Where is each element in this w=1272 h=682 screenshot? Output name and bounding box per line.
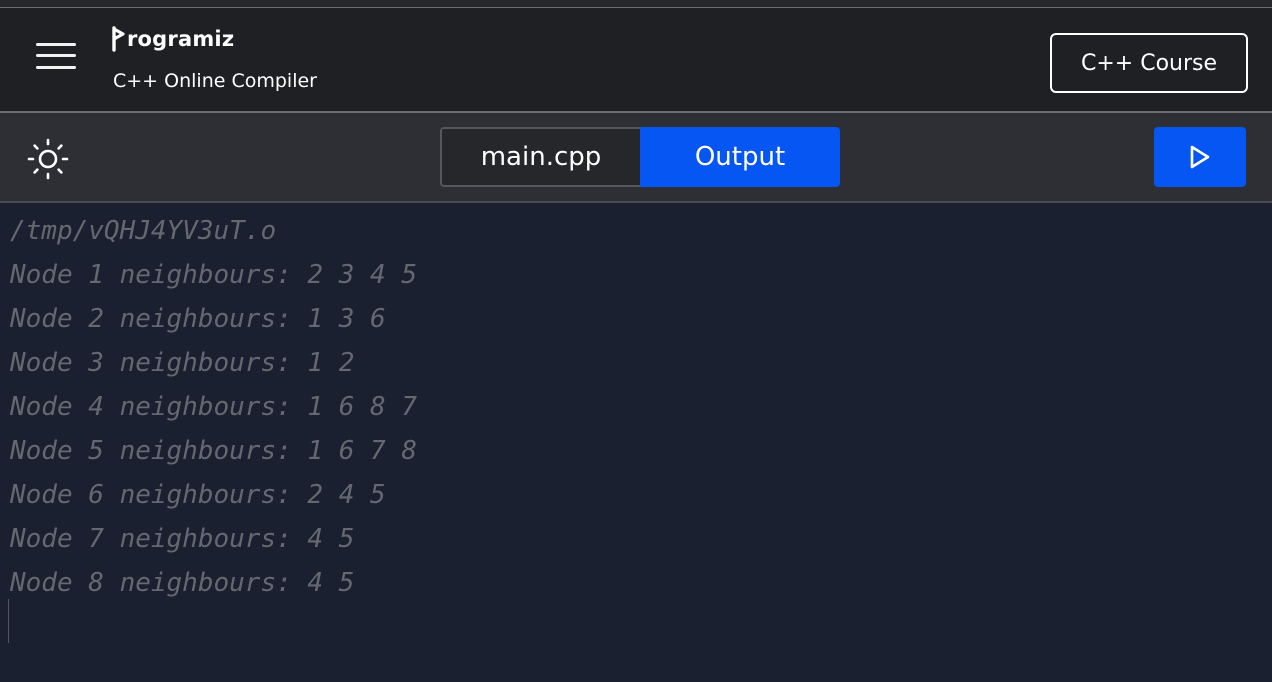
cpp-course-button[interactable]: C++ Course (1050, 33, 1248, 93)
output-line: /tmp/vQHJ4YV3uT.o (10, 216, 277, 246)
output-line: Node 8 neighbours: 4 5 (10, 568, 355, 598)
programiz-logo[interactable]: rogramiz (112, 22, 234, 56)
sun-icon[interactable] (26, 137, 70, 181)
output-line: Node 1 neighbours: 2 3 4 5 (10, 260, 417, 290)
output-console[interactable]: /tmp/vQHJ4YV3uT.o Node 1 neighbours: 2 3… (0, 203, 1272, 682)
output-line: Node 3 neighbours: 1 2 (10, 348, 355, 378)
text-cursor (8, 599, 9, 643)
output-line: Node 2 neighbours: 1 3 6 (10, 304, 386, 334)
page-subtitle: C++ Online Compiler (113, 70, 317, 92)
programiz-logo-icon (112, 26, 125, 52)
tab-output[interactable]: Output (640, 127, 840, 187)
run-button[interactable] (1154, 127, 1246, 187)
toolbar: main.cpp Output (0, 111, 1272, 203)
output-line: Node 4 neighbours: 1 6 8 7 (10, 392, 417, 422)
output-line: Node 7 neighbours: 4 5 (10, 524, 355, 554)
logo-text: rogramiz (127, 27, 235, 51)
header: rogramiz C++ Online Compiler C++ Course (0, 8, 1272, 111)
window-top-strip (0, 0, 1272, 8)
play-icon (1190, 145, 1210, 169)
output-line: Node 6 neighbours: 2 4 5 (10, 480, 386, 510)
hamburger-menu-icon[interactable] (36, 41, 76, 71)
tab-main-cpp[interactable]: main.cpp (440, 127, 640, 187)
output-line: Node 5 neighbours: 1 6 7 8 (10, 436, 417, 466)
